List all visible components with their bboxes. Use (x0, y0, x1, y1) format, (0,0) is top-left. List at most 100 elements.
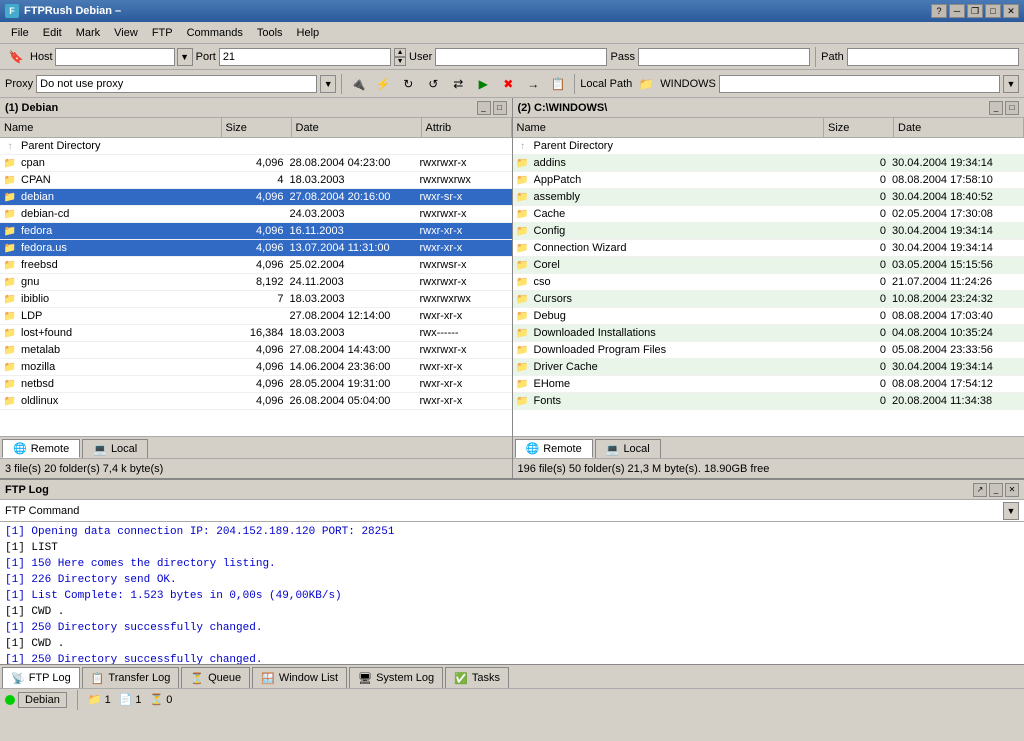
close-button[interactable]: ✕ (1003, 4, 1019, 18)
pass-input[interactable] (638, 48, 810, 66)
left-panel-body: ↑ Parent Directory 📁 cpan 4,096 28.08.20… (0, 138, 512, 436)
tab-window-list[interactable]: 🪟 Window List (252, 667, 347, 688)
table-row[interactable]: 📁 oldlinux 4,096 26.08.2004 05:04:00 rwx… (0, 393, 512, 410)
menu-file[interactable]: File (5, 25, 35, 41)
table-row[interactable]: 📁 gnu 8,192 24.11.2003 rwxrwxr-x (0, 274, 512, 291)
table-row[interactable]: 📁 debian 4,096 27.08.2004 20:16:00 rwxr-… (0, 189, 512, 206)
tab-system-log[interactable]: 🖥 System Log (349, 667, 443, 688)
log-close-button[interactable]: ✕ (1005, 483, 1019, 497)
table-row[interactable]: 📁 cso 0 21.07.2004 11:24:26 (513, 274, 1024, 291)
connect-button[interactable]: 🔌 (347, 73, 369, 95)
menu-commands[interactable]: Commands (181, 25, 249, 41)
tab-ftp-log[interactable]: 📡 FTP Log (2, 667, 80, 688)
left-tab-local[interactable]: 💻 Local (82, 439, 148, 458)
left-file-list[interactable]: ↑ Parent Directory 📁 cpan 4,096 28.08.20… (0, 138, 512, 436)
queue-button[interactable]: 📋 (547, 73, 569, 95)
left-col-attrib[interactable]: Attrib (422, 118, 512, 137)
table-row[interactable]: 📁 Fonts 0 20.08.2004 11:34:38 (513, 393, 1024, 410)
status-counter2: 📄 1 (119, 693, 142, 706)
tab-transfer-log[interactable]: 📋 Transfer Log (82, 667, 180, 688)
stop-button[interactable]: ✖ (497, 73, 519, 95)
table-row[interactable]: 📁 freebsd 4,096 25.02.2004 rwxrwsr-x (0, 257, 512, 274)
host-dropdown[interactable]: ▼ (177, 48, 193, 66)
right-col-name[interactable]: Name (513, 118, 825, 137)
table-row[interactable]: 📁 Cursors 0 10.08.2004 23:24:32 (513, 291, 1024, 308)
menu-edit[interactable]: Edit (37, 25, 68, 41)
left-col-date[interactable]: Date (292, 118, 422, 137)
right-parent-dir[interactable]: ↑ Parent Directory (513, 138, 1024, 155)
table-row[interactable]: 📁 mozilla 4,096 14.06.2004 23:36:00 rwxr… (0, 359, 512, 376)
play-button[interactable]: ▶ (472, 73, 494, 95)
table-row[interactable]: 📁 Downloaded Program Files 0 05.08.2004 … (513, 342, 1024, 359)
table-row[interactable]: 📁 cpan 4,096 28.08.2004 04:23:00 rwxrwxr… (0, 155, 512, 172)
file-name: cpan (21, 157, 220, 169)
table-row[interactable]: 📁 CPAN 4 18.03.2003 rwxrwxrwx (0, 172, 512, 189)
log-command-dropdown[interactable]: ▼ (1003, 502, 1019, 520)
connection-button[interactable]: Debian (18, 692, 67, 708)
table-row[interactable]: 📁 Connection Wizard 0 30.04.2004 19:34:1… (513, 240, 1024, 257)
port-up-button[interactable]: ▲ (394, 48, 406, 57)
port-input[interactable] (219, 48, 391, 66)
host-input[interactable] (55, 48, 175, 66)
port-down-button[interactable]: ▼ (394, 57, 406, 66)
folder-icon: 📁 (515, 325, 531, 341)
right-tab-remote[interactable]: 🌐 Remote (515, 439, 593, 458)
menu-view[interactable]: View (108, 25, 144, 41)
menu-help[interactable]: Help (291, 25, 326, 41)
table-row[interactable]: 📁 LDP 27.08.2004 12:14:00 rwxr-xr-x (0, 308, 512, 325)
restore-button[interactable]: ❐ (967, 4, 983, 18)
proxy-dropdown[interactable]: ▼ (320, 75, 336, 93)
help-button[interactable]: ? (931, 4, 947, 18)
table-row[interactable]: 📁 addins 0 30.04.2004 19:34:14 (513, 155, 1024, 172)
table-row[interactable]: 📁 Driver Cache 0 30.04.2004 19:34:14 (513, 359, 1024, 376)
transfer-button[interactable]: → (522, 73, 544, 95)
menu-tools[interactable]: Tools (251, 25, 289, 41)
table-row[interactable]: 📁 fedora 4,096 16.11.2003 rwxr-xr-x (0, 223, 512, 240)
refresh-local-button[interactable]: ↻ (397, 73, 419, 95)
table-row[interactable]: 📁 lost+found 16,384 18.03.2003 rwx------ (0, 325, 512, 342)
table-row[interactable]: 📁 Corel 0 03.05.2004 15:15:56 (513, 257, 1024, 274)
proxy-input[interactable] (36, 75, 317, 93)
user-input[interactable] (435, 48, 607, 66)
right-panel-minimize[interactable]: _ (989, 101, 1003, 115)
table-row[interactable]: 📁 assembly 0 30.04.2004 18:40:52 (513, 189, 1024, 206)
refresh-remote-button[interactable]: ↺ (422, 73, 444, 95)
right-panel-maximize[interactable]: □ (1005, 101, 1019, 115)
table-row[interactable]: 📁 Config 0 30.04.2004 19:34:14 (513, 223, 1024, 240)
left-panel-maximize[interactable]: □ (493, 101, 507, 115)
table-row[interactable]: 📁 Cache 0 02.05.2004 17:30:08 (513, 206, 1024, 223)
left-panel-minimize[interactable]: _ (477, 101, 491, 115)
table-row[interactable]: 📁 AppPatch 0 08.08.2004 17:58:10 (513, 172, 1024, 189)
maximize-button[interactable]: □ (985, 4, 1001, 18)
local-path-input[interactable] (719, 75, 1000, 93)
table-row[interactable]: 📁 fedora.us 4,096 13.07.2004 11:31:00 rw… (0, 240, 512, 257)
left-parent-dir[interactable]: ↑ Parent Directory (0, 138, 512, 155)
tab-queue[interactable]: ⏳ Queue (181, 667, 250, 688)
table-row[interactable]: 📁 Downloaded Installations 0 04.08.2004 … (513, 325, 1024, 342)
log-float-button[interactable]: ↗ (973, 483, 987, 497)
sync-button[interactable]: ⇄ (447, 73, 469, 95)
menu-ftp[interactable]: FTP (146, 25, 179, 41)
log-minimize-button[interactable]: _ (989, 483, 1003, 497)
table-row[interactable]: 📁 netbsd 4,096 28.05.2004 19:31:00 rwxr-… (0, 376, 512, 393)
table-row[interactable]: 📁 metalab 4,096 27.08.2004 14:43:00 rwxr… (0, 342, 512, 359)
tab-tasks[interactable]: ✅ Tasks (445, 667, 509, 688)
menu-mark[interactable]: Mark (70, 25, 106, 41)
right-tab-local[interactable]: 💻 Local (595, 439, 661, 458)
right-file-list[interactable]: ↑ Parent Directory 📁 addins 0 30.04.2004… (513, 138, 1024, 436)
folder-icon: 📁 (2, 359, 18, 375)
right-col-date[interactable]: Date (894, 118, 1024, 137)
table-row[interactable]: 📁 EHome 0 08.08.2004 17:54:12 (513, 376, 1024, 393)
left-tab-remote[interactable]: 🌐 Remote (2, 439, 80, 458)
bookmark-button[interactable]: 🔖 (5, 46, 27, 68)
left-col-size[interactable]: Size (222, 118, 292, 137)
local-path-dropdown[interactable]: ▼ (1003, 75, 1019, 93)
disconnect-button[interactable]: ⚡ (372, 73, 394, 95)
table-row[interactable]: 📁 Debug 0 08.08.2004 17:03:40 (513, 308, 1024, 325)
path-input[interactable] (847, 48, 1019, 66)
table-row[interactable]: 📁 ibiblio 7 18.03.2003 rwxrwxrwx (0, 291, 512, 308)
minimize-button[interactable]: ─ (949, 4, 965, 18)
right-col-size[interactable]: Size (824, 118, 894, 137)
left-col-name[interactable]: Name (0, 118, 222, 137)
table-row[interactable]: 📁 debian-cd 24.03.2003 rwxrwxr-x (0, 206, 512, 223)
